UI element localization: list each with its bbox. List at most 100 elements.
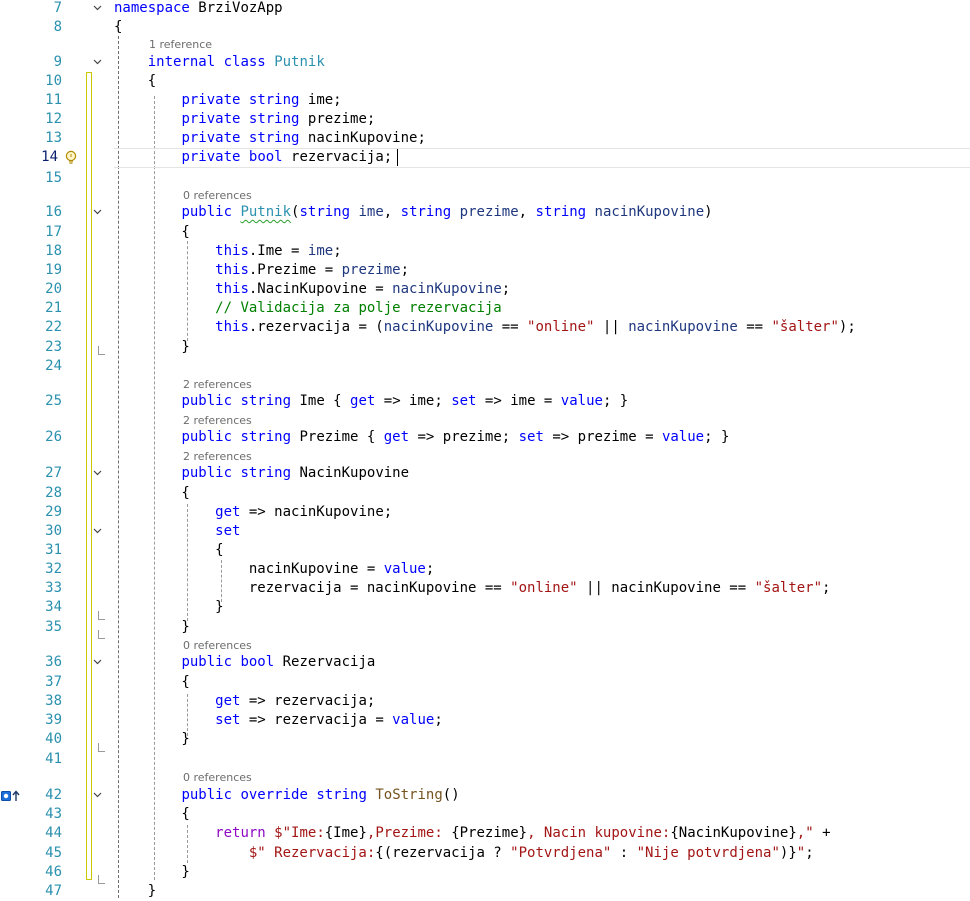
code-line[interactable]: 34 } [0,598,970,617]
line-number: 13 [45,130,62,146]
chevron-down-icon[interactable] [93,57,102,66]
code-text: } [114,599,224,615]
code-line[interactable]: 45 $" Rezervacija:{(rezervacija ? "Potvr… [0,844,970,863]
code-line[interactable]: 8 { [0,18,970,37]
code-line-active[interactable]: 14 private bool rezervacija; [0,148,970,168]
code-line[interactable]: 27 public string NacinKupovine [0,464,970,483]
line-number: 25 [45,393,62,409]
line-number: 42 [45,787,62,803]
code-line[interactable]: 22 this.rezervacija = (nacinKupovine == … [0,318,970,337]
code-line[interactable]: 20 this.NacinKupovine = nacinKupovine; [0,280,970,299]
line-number: 37 [45,674,62,690]
line-number: 35 [45,619,62,635]
chevron-down-icon[interactable] [93,3,102,12]
override-up-arrow-icon[interactable] [1,789,21,803]
code-line[interactable]: 11 private string ime; [0,91,970,110]
codelens-references[interactable]: 0 references [183,639,252,652]
codelens-references[interactable]: 2 references [183,450,252,463]
code-line[interactable]: 26 public string Prezime { get => prezim… [0,428,970,447]
line-number: 28 [45,485,62,501]
line-number: 9 [53,54,62,70]
code-line[interactable]: 7 namespace BrziVozApp [0,0,970,18]
line-number: 41 [45,751,62,767]
code-line[interactable]: 16 public Putnik(string ime, string prez… [0,203,970,222]
code-line[interactable]: 15 [0,169,970,188]
line-number: 39 [45,712,62,728]
code-line[interactable]: 42 public override string ToString() [0,786,970,805]
line-number: 21 [45,300,62,316]
code-line[interactable]: 38 get => rezervacija; [0,692,970,711]
code-line[interactable]: 9 internal class Putnik [0,53,970,72]
chevron-down-icon[interactable] [93,526,102,535]
code-line[interactable]: 10 { [0,72,970,91]
code-line[interactable]: 43 { [0,805,970,824]
chevron-down-icon[interactable] [93,468,102,477]
code-text: set [215,523,241,539]
code-line[interactable]: 23 } [0,338,970,357]
code-text: { [114,224,190,240]
chevron-down-icon[interactable] [93,790,102,799]
text-caret [397,149,398,166]
code-line[interactable]: 29 get => nacinKupovine; [0,503,970,522]
code-editor[interactable]: 7 namespace BrziVozApp 8 { 1 reference 9… [0,0,970,901]
code-text: public string Ime { get => ime; set => i… [181,393,629,409]
code-line[interactable]: 25 public string Ime { get => ime; set =… [0,392,970,411]
code-line[interactable]: 13 private string nacinKupovine; [0,129,970,148]
chevron-down-icon[interactable] [93,207,102,216]
line-number: 30 [45,523,62,539]
line-number: 26 [45,429,62,445]
code-line[interactable]: 28 { [0,484,970,503]
code-text: private string ime; [181,92,342,108]
code-text: get => nacinKupovine; [215,504,393,520]
chevron-down-icon[interactable] [93,657,102,666]
line-number: 22 [45,319,62,335]
codelens-references[interactable]: 0 references [183,771,252,784]
code-text: public Putnik(string ime, string prezime… [181,204,713,220]
code-text: public string NacinKupovine [181,465,410,481]
code-text: this.rezervacija = (nacinKupovine == "on… [215,319,856,335]
line-number: 12 [45,111,62,127]
code-line[interactable]: 24 [0,357,970,376]
lightbulb-icon[interactable] [64,150,78,166]
line-number: 23 [45,339,62,355]
code-line[interactable]: 35 } [0,618,970,637]
code-line[interactable]: 36 public bool Rezervacija [0,653,970,672]
code-line[interactable]: 41 [0,750,970,769]
code-line[interactable]: 12 private string prezime; [0,110,970,129]
codelens-references[interactable]: 2 references [183,378,252,391]
code-text: public override string ToString() [181,787,460,803]
code-text: return $"Ime:{Ime},Prezime: {Prezime}, N… [215,825,831,841]
line-number: 8 [53,19,62,35]
code-line[interactable]: 17 { [0,223,970,242]
line-number: 31 [45,542,62,558]
code-text: rezervacija = nacinKupovine == "online" … [114,580,831,596]
code-line[interactable]: 44 return $"Ime:{Ime},Prezime: {Prezime}… [0,824,970,843]
code-line[interactable]: 21 // Validacija za polje rezervacija [0,299,970,318]
code-line[interactable]: 40 } [0,730,970,749]
codelens-references[interactable]: 1 reference [149,38,212,51]
line-number: 29 [45,504,62,520]
line-number: 33 [45,580,62,596]
codelens-references[interactable]: 2 references [183,414,252,427]
code-text: set => rezervacija = value; [215,712,443,728]
code-line[interactable]: 18 this.Ime = ime; [0,242,970,261]
code-line[interactable]: 31 { [0,541,970,560]
code-line[interactable]: 32 nacinKupovine = value; [0,560,970,579]
code-text: $" Rezervacija:{(rezervacija ? "Potvrdje… [248,845,814,861]
namespace-name: BrziVozApp [198,0,283,16]
code-text: { [114,485,190,501]
code-line[interactable]: 30 set [0,522,970,541]
line-number: 18 [45,243,62,259]
codelens-references[interactable]: 0 references [183,189,252,202]
code-line[interactable]: 37 { [0,673,970,692]
code-line[interactable]: 19 this.Prezime = prezime; [0,261,970,280]
code-line[interactable]: 33 rezervacija = nacinKupovine == "onlin… [0,579,970,598]
code-line[interactable]: 46 } [0,863,970,882]
line-number: 16 [45,204,62,220]
code-text: nacinKupovine = value; [114,561,435,577]
line-number: 32 [45,561,62,577]
code-line[interactable]: 39 set => rezervacija = value; [0,711,970,730]
code-text: { [114,806,190,822]
code-text: // Validacija za polje rezervacija [215,300,502,316]
code-line[interactable]: 47 } [0,882,970,901]
